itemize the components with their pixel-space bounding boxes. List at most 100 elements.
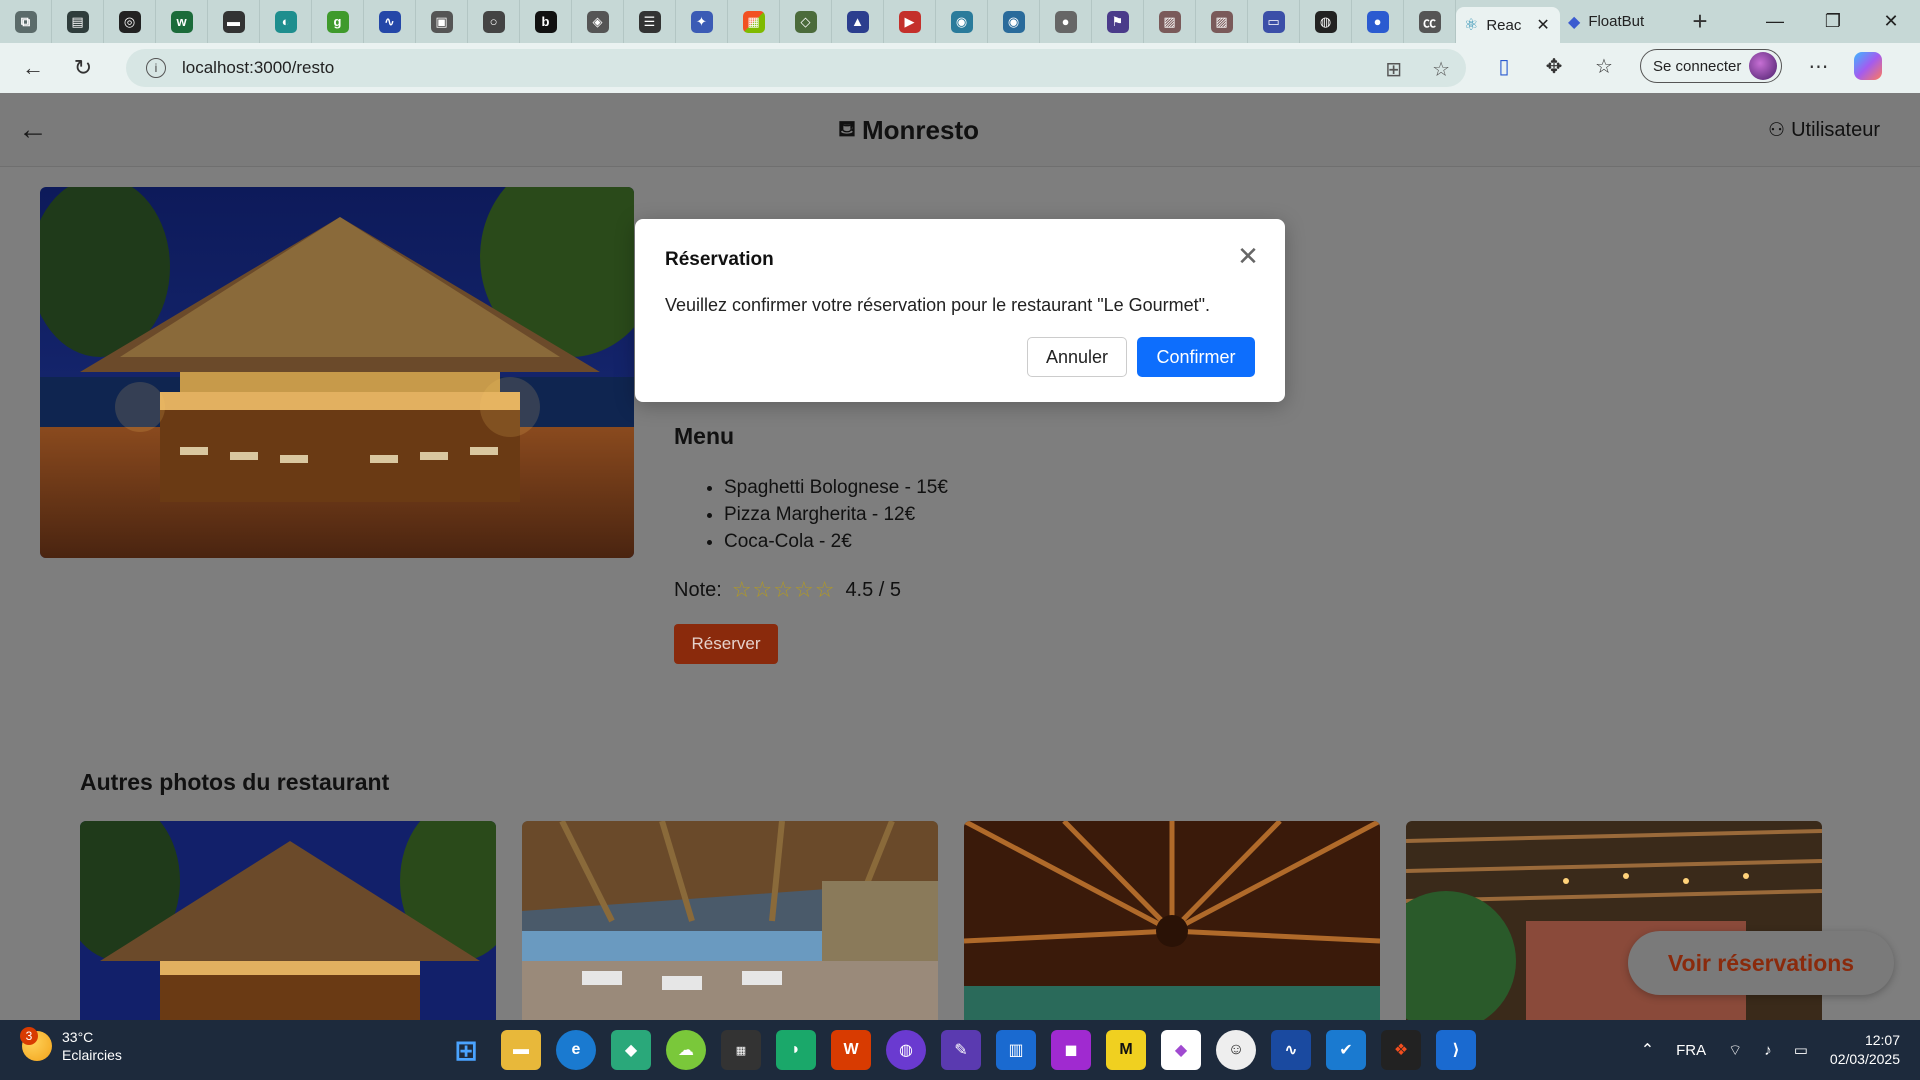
clock[interactable]: 12:07 02/03/2025 xyxy=(1830,1031,1900,1069)
reservation-modal: Réservation ✕ Veuillez confirmer votre r… xyxy=(635,219,1285,402)
app-green-icon[interactable]: ◗ xyxy=(776,1030,816,1070)
sign-in-button[interactable]: Se connecter xyxy=(1640,49,1783,83)
file-explorer-icon[interactable]: ▬ xyxy=(501,1030,541,1070)
pinned-tab-monitor-icon[interactable]: ▭ xyxy=(1248,0,1300,43)
refresh-button[interactable]: ↻ xyxy=(58,43,108,93)
pinned-tab-drop-icon[interactable]: ▲ xyxy=(832,0,884,43)
app-gem-icon[interactable]: ◆ xyxy=(1161,1030,1201,1070)
extensions-icon[interactable]: ✥ xyxy=(1540,54,1568,79)
view-reservations-button[interactable]: Voir réservations xyxy=(1628,931,1894,995)
weather-badge: 3 xyxy=(20,1027,38,1045)
pinned-tab-globe-icon[interactable]: ◉ xyxy=(936,0,988,43)
pinned-tab-site-icon[interactable]: ▬ xyxy=(208,0,260,43)
sign-in-label: Se connecter xyxy=(1653,57,1742,75)
pinned-tab-bird-icon[interactable]: ✦ xyxy=(676,0,728,43)
miro-icon[interactable]: M xyxy=(1106,1030,1146,1070)
battery-icon[interactable]: ▭ xyxy=(1794,1041,1808,1059)
pinned-tab-g-icon[interactable]: g xyxy=(312,0,364,43)
pinned-tab-flag-icon[interactable]: ⚑ xyxy=(1092,0,1144,43)
app-wave-icon[interactable]: ∿ xyxy=(1271,1030,1311,1070)
edge-icon[interactable]: e xyxy=(556,1030,596,1070)
brand-name: Monresto xyxy=(861,115,979,145)
site-info-icon[interactable]: i xyxy=(146,58,166,78)
pinned-tab-z-icon[interactable]: ☰ xyxy=(624,0,676,43)
pinned-tab-photo-icon[interactable]: ▨ xyxy=(1144,0,1196,43)
reserve-button[interactable]: Réserver xyxy=(674,624,778,664)
windows-taskbar: 3 33°C Eclaircies ⊞ ▬ e ◆ ☁ ▦ ◗ W ◍ ✎ ▥ … xyxy=(0,1020,1920,1080)
wifi-icon[interactable]: ⌔ xyxy=(1728,1041,1742,1060)
close-icon[interactable]: ✕ xyxy=(1233,241,1263,271)
pinned-tab-youtube-icon[interactable]: ▶ xyxy=(884,0,936,43)
favorite-star-icon[interactable]: ☆ xyxy=(1432,57,1450,82)
pinned-tab-disc-icon[interactable]: ● xyxy=(1040,0,1092,43)
pinned-tab-photo2-icon[interactable]: ▨ xyxy=(1196,0,1248,43)
todo-icon[interactable]: ✔ xyxy=(1326,1030,1366,1070)
tab-floatbutton[interactable]: ◆ FloatBut xyxy=(1560,0,1680,43)
pinned-tab-globe2-icon[interactable]: ◉ xyxy=(988,0,1040,43)
cancel-button[interactable]: Annuler xyxy=(1027,337,1127,377)
app-diamond-icon[interactable]: ◆ xyxy=(611,1030,651,1070)
minimize-icon[interactable]: — xyxy=(1746,0,1804,43)
pinned-tab-w-icon[interactable]: w xyxy=(156,0,208,43)
menu-title: Menu xyxy=(674,423,735,449)
tab-label: FloatBut xyxy=(1588,13,1645,30)
pinned-tab-b-icon[interactable]: b xyxy=(520,0,572,43)
app-cube-icon[interactable]: ◼ xyxy=(1051,1030,1091,1070)
favorites-icon[interactable]: ☆ xyxy=(1590,54,1618,79)
user-menu[interactable]: ⚇ Utilisateur xyxy=(1768,119,1880,142)
wps-icon[interactable]: W xyxy=(831,1030,871,1070)
close-window-icon[interactable]: ✕ xyxy=(1862,0,1920,43)
modal-title: Réservation xyxy=(665,249,774,270)
browser-address-bar: ← ↻ i localhost:3000/resto ⊞ ☆ ▯ ✥ ☆ Se … xyxy=(0,43,1920,93)
language-indicator[interactable]: FRA xyxy=(1676,1042,1706,1059)
new-tab-button[interactable]: + xyxy=(1680,6,1720,37)
restore-icon[interactable]: ❐ xyxy=(1804,0,1862,43)
weather-temp: 33°C xyxy=(62,1029,94,1045)
chevron-up-icon[interactable]: ⌃ xyxy=(1641,1040,1654,1060)
tab-label: Reac xyxy=(1486,16,1522,34)
browser-tab-bar: ⧉ ▤ ◎ w ▬ ◐ g ∿ ▣ ○ b ◈ ☰ ✦ ▦ ◇ ▲ ▶ ◉ ◉ … xyxy=(0,0,1920,43)
weather-widget[interactable]: 3 33°C Eclaircies xyxy=(20,1027,122,1064)
pinned-tab-github-icon[interactable]: ◍ xyxy=(1300,0,1352,43)
menu-item: Spaghetti Bolognese - 15€ xyxy=(724,477,948,504)
volume-icon[interactable]: ♪ xyxy=(1764,1042,1772,1059)
app-header: ← ⛾ Monresto ⚇ Utilisateur xyxy=(0,93,1920,167)
github-desktop-icon[interactable]: ◍ xyxy=(886,1030,926,1070)
pinned-tab-circle-icon[interactable]: ○ xyxy=(468,0,520,43)
url-field[interactable]: i localhost:3000/resto ⊞ ☆ xyxy=(126,49,1466,87)
pinned-tab-wave-icon[interactable]: ∿ xyxy=(364,0,416,43)
close-tab-icon[interactable]: ✕ xyxy=(1536,15,1549,35)
app-purple-icon[interactable]: ✎ xyxy=(941,1030,981,1070)
menu-item: Coca-Cola - 2€ xyxy=(724,531,948,558)
app-tiles-icon[interactable]: ▦ xyxy=(721,1030,761,1070)
vscode-icon[interactable]: ⟩ xyxy=(1436,1030,1476,1070)
cup-icon: ⛾ xyxy=(838,116,856,141)
pinned-tab-microsoft-icon[interactable]: ▦ xyxy=(728,0,780,43)
figma-icon[interactable]: ❖ xyxy=(1381,1030,1421,1070)
windows-start-icon[interactable]: ⊞ xyxy=(446,1030,486,1070)
pinned-tab-chatgpt-icon[interactable]: ◎ xyxy=(104,0,156,43)
gallery-photo[interactable] xyxy=(522,821,938,1020)
gallery-photo[interactable] xyxy=(964,821,1380,1020)
copilot-icon[interactable] xyxy=(1854,52,1883,80)
gallery-photo[interactable] xyxy=(80,821,496,1020)
trello-icon[interactable]: ▥ xyxy=(996,1030,1036,1070)
confirm-button[interactable]: Confirmer xyxy=(1137,337,1255,377)
pinned-tab-blob-icon[interactable]: ● xyxy=(1352,0,1404,43)
back-arrow-icon[interactable]: ← xyxy=(18,113,48,147)
tab-active-react[interactable]: ⚛ Reac ✕ xyxy=(1456,7,1560,43)
workspaces-icon[interactable]: ⧉ xyxy=(0,0,52,43)
pinned-tab-chat-icon[interactable]: ◈ xyxy=(572,0,624,43)
back-button[interactable]: ← xyxy=(8,43,58,93)
reading-view-icon[interactable]: ▯ xyxy=(1490,54,1518,79)
brand-logo[interactable]: ⛾ Monresto xyxy=(838,115,979,146)
app-face-icon[interactable]: ☺ xyxy=(1216,1030,1256,1070)
apps-icon[interactable]: ⊞ xyxy=(1385,57,1402,82)
cloud-app-icon[interactable]: ☁ xyxy=(666,1030,706,1070)
pinned-tab-cloud-icon[interactable]: ◐ xyxy=(260,0,312,43)
pinned-tab-box-icon[interactable]: ◇ xyxy=(780,0,832,43)
pinned-tab-cc-icon[interactable]: ㏄ xyxy=(1404,0,1456,43)
tab-actions-icon[interactable]: ▤ xyxy=(52,0,104,43)
pinned-tab-image-icon[interactable]: ▣ xyxy=(416,0,468,43)
more-options-icon[interactable]: ⋯ xyxy=(1804,54,1832,79)
